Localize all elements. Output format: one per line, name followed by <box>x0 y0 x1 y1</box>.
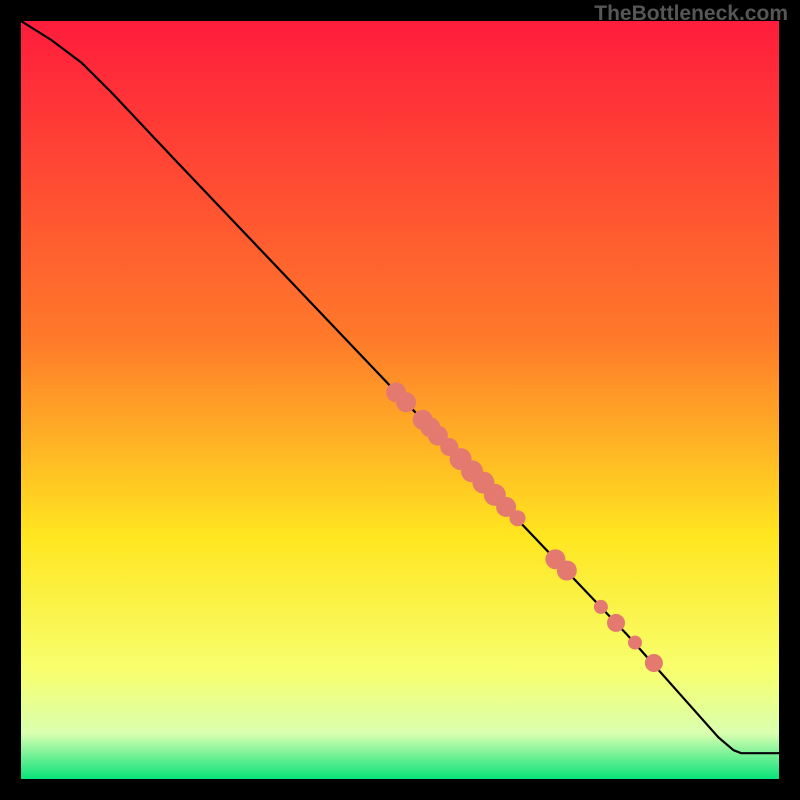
data-point <box>557 561 577 581</box>
data-point <box>645 654 663 672</box>
data-point <box>594 600 608 614</box>
chart-area <box>21 21 779 779</box>
data-point <box>510 510 526 526</box>
data-point <box>607 614 625 632</box>
data-point <box>396 392 416 412</box>
chart-svg <box>21 21 779 779</box>
watermark-text: TheBottleneck.com <box>594 2 788 26</box>
data-point <box>628 636 642 650</box>
